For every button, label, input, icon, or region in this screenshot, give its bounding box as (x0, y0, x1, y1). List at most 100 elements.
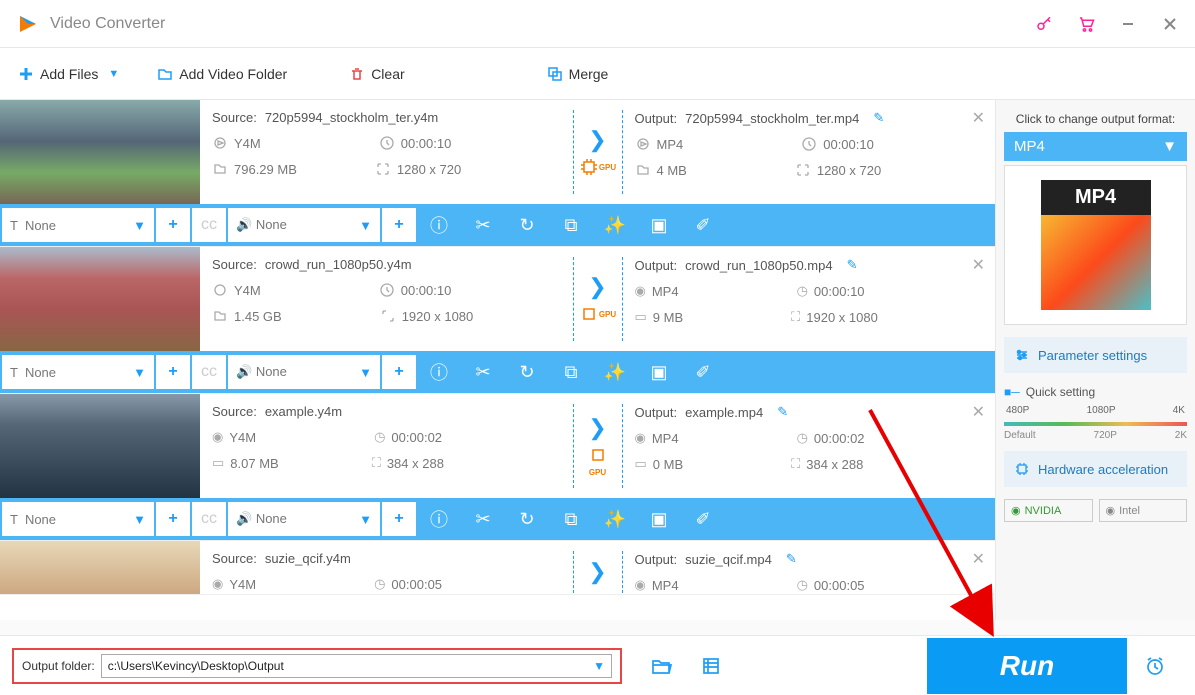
output-folder-box: Output folder: c:\Users\Kevincy\Desktop\… (12, 648, 622, 684)
audio-select[interactable]: 🔊 None▼ (228, 355, 380, 389)
subtitle-select[interactable]: T None▼ (2, 208, 154, 242)
cut-icon[interactable]: ✂ (462, 351, 504, 393)
video-thumbnail[interactable] (0, 541, 200, 595)
resolution-icon (380, 308, 396, 324)
output-duration: 00:00:10 (823, 137, 874, 152)
edit-sub-icon[interactable]: ✐ (682, 498, 724, 540)
edit-sub-icon[interactable]: ✐ (682, 351, 724, 393)
run-button[interactable]: Run (927, 638, 1127, 694)
add-subtitle-button[interactable]: + (156, 208, 190, 242)
cc-button[interactable]: cc (192, 502, 226, 536)
rotate-icon[interactable]: ↻ (506, 351, 548, 393)
video-thumbnail[interactable] (0, 247, 200, 351)
format-icon (635, 136, 651, 152)
close-button[interactable] (1161, 15, 1179, 33)
edit-icon[interactable]: ✎ (777, 404, 788, 420)
source-filename: crowd_run_1080p50.y4m (265, 257, 412, 272)
edit-icon[interactable]: ✎ (786, 551, 797, 567)
quick-setting-slider[interactable] (1004, 422, 1187, 426)
hardware-acceleration-button[interactable]: Hardware acceleration (1004, 451, 1187, 487)
gpu-icon: GPU (588, 445, 608, 477)
list-item: Source: 720p5994_stockholm_ter.y4m Y4M 0… (0, 100, 995, 247)
output-label: Output: (635, 111, 678, 126)
resolution-icon (795, 162, 811, 178)
crop-icon[interactable]: ⧉ (550, 204, 592, 246)
open-folder-icon[interactable] (650, 655, 672, 677)
size-icon (635, 162, 651, 178)
merge-icon (547, 66, 563, 82)
cut-icon[interactable]: ✂ (462, 204, 504, 246)
info-icon[interactable]: ⓘ (418, 204, 460, 246)
trash-icon (349, 66, 365, 82)
video-thumbnail[interactable] (0, 394, 200, 498)
output-filename: example.mp4 (685, 405, 763, 420)
output-format-select[interactable]: MP4▼ (1004, 132, 1187, 161)
source-label: Source: (212, 110, 257, 125)
effect-icon[interactable]: ✨ (594, 204, 636, 246)
merge-button[interactable]: Merge (533, 58, 623, 90)
remove-item-button[interactable]: ✕ (972, 108, 985, 128)
arrow-right-icon: ❯ (588, 127, 606, 153)
output-filename: suzie_qcif.mp4 (685, 552, 772, 567)
watermark-icon[interactable]: ▣ (638, 204, 680, 246)
remove-item-button[interactable]: ✕ (972, 549, 985, 569)
subtitle-select[interactable]: T None▼ (2, 502, 154, 536)
add-files-dropdown[interactable]: ▼ (108, 68, 119, 80)
output-folder-select[interactable]: c:\Users\Kevincy\Desktop\Output▼ (101, 654, 612, 678)
edit-sub-icon[interactable]: ✐ (682, 204, 724, 246)
cc-button[interactable]: cc (192, 355, 226, 389)
edit-icon[interactable]: ✎ (847, 257, 858, 273)
cart-icon[interactable] (1077, 15, 1095, 33)
watermark-icon[interactable]: ▣ (638, 498, 680, 540)
remove-item-button[interactable]: ✕ (972, 255, 985, 275)
format-preview-image[interactable]: MP4 (1004, 165, 1187, 325)
output-resolution: 1280 x 720 (817, 163, 881, 178)
crop-icon[interactable]: ⧉ (550, 498, 592, 540)
output-filename: crowd_run_1080p50.mp4 (685, 258, 832, 273)
key-icon[interactable] (1035, 15, 1053, 33)
add-audio-button[interactable]: + (382, 502, 416, 536)
effect-icon[interactable]: ✨ (594, 351, 636, 393)
add-subtitle-button[interactable]: + (156, 502, 190, 536)
crop-icon[interactable]: ⧉ (550, 351, 592, 393)
add-subtitle-button[interactable]: + (156, 355, 190, 389)
video-thumbnail[interactable] (0, 100, 200, 204)
subtitle-select[interactable]: T None▼ (2, 355, 154, 389)
audio-select[interactable]: 🔊 None▼ (228, 208, 380, 242)
rotate-icon[interactable]: ↻ (506, 498, 548, 540)
effect-icon[interactable]: ✨ (594, 498, 636, 540)
rotate-icon[interactable]: ↻ (506, 204, 548, 246)
main-toolbar: Add Files ▼ Add Video Folder Clear Merge (0, 48, 1195, 100)
sidebar: Click to change output format: MP4▼ MP4 … (995, 100, 1195, 620)
watermark-icon[interactable]: ▣ (638, 351, 680, 393)
source-duration: 00:00:10 (401, 136, 452, 151)
info-icon[interactable]: ⓘ (418, 351, 460, 393)
remove-item-button[interactable]: ✕ (972, 402, 985, 422)
clock-icon (379, 282, 395, 298)
info-icon[interactable]: ⓘ (418, 498, 460, 540)
intel-icon: ◉ (1106, 504, 1116, 517)
add-files-button[interactable]: Add Files (4, 58, 112, 90)
alarm-icon[interactable] (1127, 638, 1183, 694)
cc-button[interactable]: cc (192, 208, 226, 242)
clear-button[interactable]: Clear (335, 58, 418, 90)
audio-select[interactable]: 🔊 None▼ (228, 502, 380, 536)
size-icon (212, 308, 228, 324)
output-format: MP4 (657, 137, 684, 152)
edit-icon[interactable]: ✎ (873, 110, 884, 126)
size-icon (212, 161, 228, 177)
intel-badge: ◉Intel (1099, 499, 1188, 522)
clock-icon (379, 135, 395, 151)
source-resolution: 1280 x 720 (397, 162, 461, 177)
add-video-folder-label: Add Video Folder (179, 66, 287, 82)
output-folder-label: Output folder: (22, 659, 95, 673)
settings-icon (1014, 347, 1030, 363)
source-filename: 720p5994_stockholm_ter.y4m (265, 110, 438, 125)
queue-icon[interactable] (700, 655, 722, 677)
minimize-button[interactable] (1119, 15, 1137, 33)
cut-icon[interactable]: ✂ (462, 498, 504, 540)
add-video-folder-button[interactable]: Add Video Folder (143, 58, 301, 90)
add-audio-button[interactable]: + (382, 355, 416, 389)
add-audio-button[interactable]: + (382, 208, 416, 242)
parameter-settings-button[interactable]: Parameter settings (1004, 337, 1187, 373)
